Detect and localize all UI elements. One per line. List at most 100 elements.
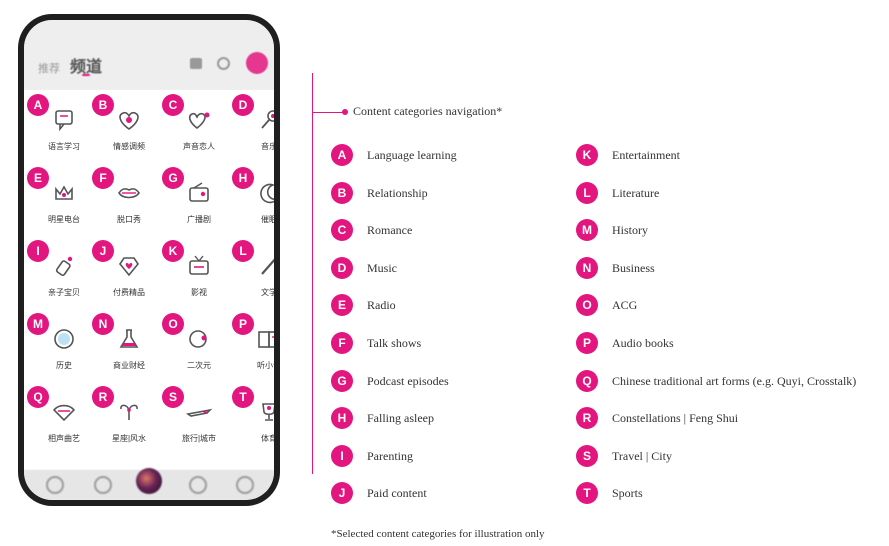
channel-badge: R (92, 386, 114, 408)
channel-item-k[interactable]: K 影视 (162, 236, 231, 310)
discover-icon[interactable] (189, 476, 207, 494)
category-badge: Q (576, 369, 598, 392)
category-label: Relationship (367, 185, 428, 200)
channel-item-s[interactable]: S 旅行|城市 (162, 382, 231, 456)
channel-item-o[interactable]: O 二次元 (162, 309, 231, 383)
annotation-line-horizontal (312, 112, 344, 113)
channel-label: 听小说 (257, 361, 274, 370)
channel-item-r[interactable]: R 星座|风水 (92, 382, 161, 456)
category-label: Sports (612, 486, 643, 501)
channel-label: 付费精品 (113, 288, 145, 297)
channel-item-p[interactable]: P 听小说 (232, 309, 274, 383)
category-badge: P (576, 332, 598, 354)
channel-item-d[interactable]: D 音乐 (232, 90, 274, 164)
channel-label: 脱口秀 (117, 215, 141, 224)
book-icon (253, 323, 274, 355)
category-label: Constellations | Feng Shui (612, 411, 739, 426)
channel-item-n[interactable]: N 商业财经 (92, 309, 161, 383)
category-badge: K (576, 144, 598, 166)
tab-recommend[interactable]: 推荐 (38, 60, 60, 76)
download-icon[interactable] (190, 58, 202, 69)
channel-item-f[interactable]: F 脱口秀 (92, 163, 161, 237)
heart-sparkle-icon (183, 104, 215, 136)
channel-label: 情感调频 (113, 142, 145, 151)
channel-label: 文学 (261, 288, 274, 297)
category-label: ACG (612, 298, 638, 313)
search-icon[interactable] (217, 57, 230, 70)
category-badge: A (331, 144, 353, 166)
crown-icon (48, 177, 80, 209)
channel-badge: N (92, 313, 114, 335)
profile-icon[interactable] (236, 476, 254, 494)
category-label: Entertainment (612, 148, 680, 162)
moon-icon: z (253, 177, 274, 209)
channel-badge: S (162, 386, 184, 408)
top-bar: 推荐 频道 (24, 20, 274, 90)
chat-icon[interactable] (94, 476, 112, 494)
category-badge: I (331, 444, 353, 467)
trophy-icon (253, 396, 274, 428)
category-badge: N (576, 256, 598, 279)
baby-bottle-icon (48, 250, 80, 282)
channel-badge: Q (27, 386, 49, 408)
phone-screen: 推荐 频道 A 语言学习 B 情感调频 C 声音恋人 D 音乐 E 明星电台 F 脱口秀 G 广播剧 Hz催… (24, 20, 274, 500)
play-icon[interactable] (136, 468, 162, 494)
channel-item-m[interactable]: M 历史 (27, 309, 96, 383)
nav-title: Content categories navigation* (353, 104, 503, 118)
category-badge: S (576, 444, 598, 467)
category-badge: T (576, 482, 598, 505)
channel-item-c[interactable]: C 声音恋人 (162, 90, 231, 164)
channel-badge: C (162, 94, 184, 116)
category-badge: D (331, 256, 353, 279)
channel-label: 催眠 (261, 215, 274, 224)
category-badge: H (331, 407, 353, 430)
channel-label: 相声曲艺 (48, 434, 80, 443)
radio-icon (183, 177, 215, 209)
channel-item-t[interactable]: T 体育 (232, 382, 274, 456)
channel-badge: F (92, 167, 114, 189)
channel-label: 声音恋人 (183, 142, 215, 151)
category-label: Falling asleep (367, 411, 434, 426)
category-label: Radio (367, 298, 396, 313)
chat-bubble-icon (48, 104, 80, 136)
channel-item-e[interactable]: E 明星电台 (27, 163, 96, 237)
microphone-icon (253, 104, 274, 136)
category-label: Talk shows (367, 336, 422, 350)
channel-label: 历史 (56, 361, 72, 370)
channel-label: 明星电台 (48, 215, 80, 224)
channel-label: 影视 (191, 288, 207, 297)
channel-item-l[interactable]: L 文学 (232, 236, 274, 310)
avatar[interactable] (246, 52, 268, 74)
home-icon[interactable] (46, 476, 64, 494)
fan-icon (48, 396, 80, 428)
category-badge: E (331, 294, 353, 317)
category-label: Music (367, 260, 397, 275)
category-label: Chinese traditional art forms (e.g. Quyi… (612, 373, 857, 388)
channel-item-q[interactable]: Q 相声曲艺 (27, 382, 96, 456)
channel-label: 星座|风水 (111, 434, 147, 443)
channel-badge: T (232, 386, 254, 408)
category-label: Language learning (367, 148, 457, 162)
active-tab-indicator (82, 74, 90, 76)
channel-item-a[interactable]: A 语言学习 (27, 90, 96, 164)
channel-badge: L (232, 240, 254, 262)
channel-item-i[interactable]: I 亲子宝贝 (27, 236, 96, 310)
category-label: Romance (367, 223, 413, 238)
channel-item-g[interactable]: G 广播剧 (162, 163, 231, 237)
channel-label: 体育 (261, 434, 274, 443)
aries-icon (113, 396, 145, 428)
channel-badge: J (92, 240, 114, 262)
channel-item-h[interactable]: Hz 催眠 (232, 163, 274, 237)
channel-label: 亲子宝贝 (48, 288, 80, 297)
channel-badge: A (27, 94, 49, 116)
channel-label: 二次元 (187, 361, 211, 370)
category-badge: M (576, 219, 598, 242)
category-badge: B (331, 181, 353, 204)
channel-item-b[interactable]: B 情感调频 (92, 90, 161, 164)
channel-item-j[interactable]: J 付费精品 (92, 236, 161, 310)
channel-badge: B (92, 94, 114, 116)
pen-icon (253, 250, 274, 282)
category-badge: R (576, 407, 598, 430)
phone-frame: 推荐 频道 A 语言学习 B 情感调频 C 声音恋人 D 音乐 E 明星电台 F 脱口秀 G 广播剧 Hz催… (18, 14, 280, 506)
channel-label: 商业财经 (113, 361, 145, 370)
